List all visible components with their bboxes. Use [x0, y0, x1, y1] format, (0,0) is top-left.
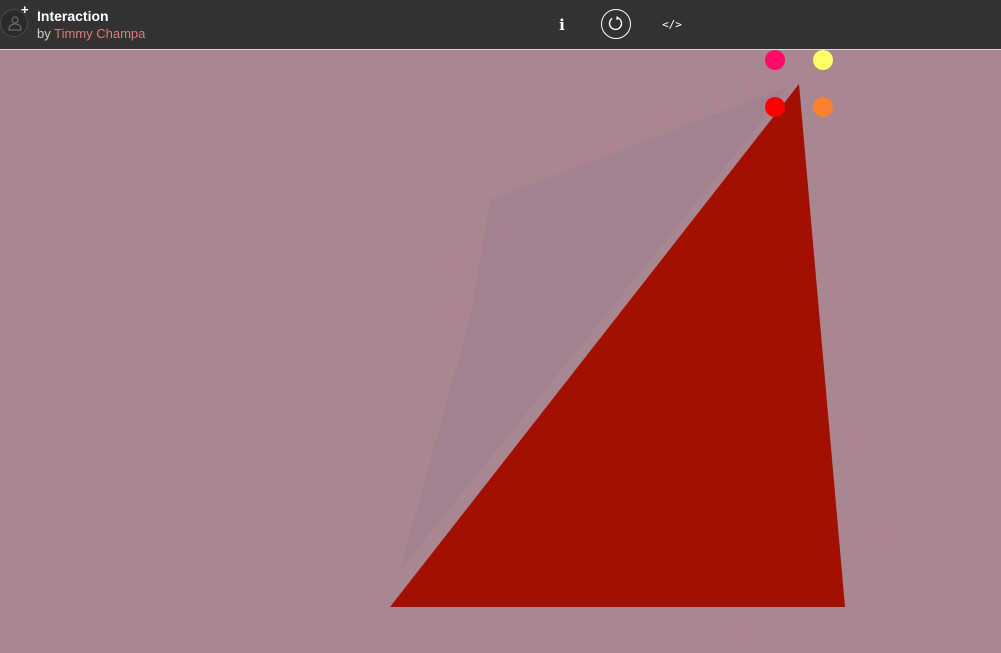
trail-dot [739, 76, 757, 94]
page-title: Interaction [37, 8, 109, 24]
trail-dot [849, 433, 867, 451]
restart-button[interactable] [601, 9, 631, 39]
trail-dot [881, 523, 899, 541]
code-button[interactable]: </> [660, 16, 684, 34]
trail-dot [443, 309, 461, 327]
animation-canvas[interactable] [0, 50, 1001, 653]
trail-dot [682, 622, 698, 638]
top-bar: + Interaction by Timmy Champa i </> [0, 0, 1001, 50]
info-button[interactable]: i [553, 14, 571, 36]
byline: by Timmy Champa [37, 26, 145, 41]
trail-dot [456, 253, 474, 271]
control-point-orange[interactable] [813, 97, 833, 117]
control-point-red[interactable] [765, 97, 785, 117]
trail-dot [732, 622, 748, 638]
trail-dot [681, 101, 699, 119]
trail-dot [656, 111, 674, 129]
control-point-pink[interactable] [765, 50, 785, 70]
plus-icon[interactable]: + [21, 3, 29, 16]
trail-dot [871, 471, 889, 489]
trail-dot [869, 553, 887, 571]
restart-icon [608, 16, 623, 31]
trail-dot [707, 96, 725, 114]
trail-dot [441, 263, 459, 281]
byline-prefix: by [37, 26, 55, 41]
trail-dot [847, 390, 863, 406]
trail-dot [631, 123, 649, 141]
author-link[interactable]: Timmy Champa [54, 26, 145, 41]
trail-dot [767, 626, 783, 642]
control-point-yellow[interactable] [813, 50, 833, 70]
